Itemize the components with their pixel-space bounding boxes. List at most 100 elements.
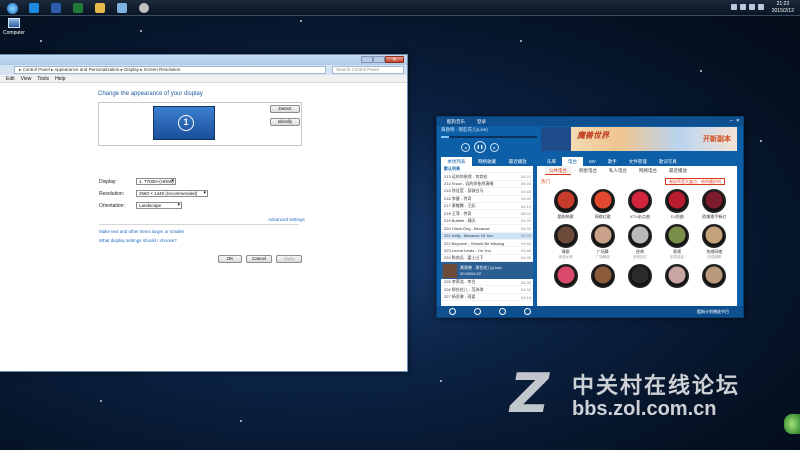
taskbar-app-media[interactable]	[134, 1, 154, 15]
close-button[interactable]: ✕	[385, 56, 404, 63]
subnav-item[interactable]: 公共电台	[545, 166, 571, 175]
progress-bar[interactable]	[441, 136, 537, 138]
menu-edit[interactable]: Edit	[6, 75, 15, 82]
nav-item[interactable]: MV	[583, 157, 602, 166]
tab-local[interactable]: 本地列表	[441, 157, 472, 166]
subnav-item[interactable]: 网络电台	[635, 166, 661, 175]
station-card[interactable]	[659, 264, 696, 289]
station-card[interactable]: 欧美歌手新红	[696, 189, 733, 220]
taskbar-app-explorer[interactable]	[90, 1, 110, 15]
tray-flag-icon[interactable]	[758, 4, 764, 10]
list-item[interactable]: 219 Bubble - 晴天 04:29	[441, 218, 533, 226]
nav-item[interactable]: 歌词写真	[653, 157, 683, 166]
nav-item[interactable]: 歌手	[602, 157, 623, 166]
cancel-button[interactable]: Cancel	[246, 255, 272, 263]
station-card[interactable]: 网络红歌	[584, 189, 621, 220]
now-playing-panel: 黄昏晓 - 那些花儿(Live) ◂ ❚❚ ▸	[441, 127, 537, 153]
settings-icon[interactable]	[524, 308, 531, 315]
title-bar[interactable]: ✕	[0, 55, 407, 65]
minimize-button[interactable]	[361, 56, 373, 63]
station-card[interactable]: 情歌 浪漫乡情	[547, 224, 584, 260]
list-item[interactable]: 218 王菲 - 传奇 05:02	[441, 210, 533, 218]
menu-view[interactable]: View	[21, 75, 32, 82]
taskbar-app-kugou[interactable]	[24, 1, 44, 15]
login-link[interactable]: 登录	[477, 117, 486, 126]
display-help-link[interactable]: What display settings should I choose?	[99, 238, 177, 243]
station-card[interactable]: 广场舞 广场舞曲	[584, 224, 621, 260]
list-item[interactable]: 226 那些花儿 - 范玮琪 04:32	[441, 286, 533, 294]
list-item[interactable]: 223 Leona Lewis - I'm You 03:48	[441, 247, 533, 255]
station-card[interactable]: 伤感网络 伤感情歌	[696, 224, 733, 260]
station-card[interactable]: 影视 影视金曲	[659, 224, 696, 260]
divider	[99, 224, 299, 225]
identify-button[interactable]: Identify	[270, 118, 300, 126]
list-item[interactable]: 213 远的你依然 - 何其钦 04:24	[441, 173, 533, 181]
subnav-item[interactable]: 最近播放	[665, 166, 691, 175]
list-item[interactable]: 227 杨丞琳 - 雨爱 04:16	[441, 294, 533, 302]
station-card[interactable]: DJ劲曲	[659, 189, 696, 220]
taskbar-app-control-panel[interactable]	[112, 1, 132, 15]
station-card[interactable]	[621, 264, 658, 289]
tray-lang-icon[interactable]	[731, 4, 737, 10]
nav-item[interactable]: 文件管理	[623, 157, 653, 166]
list-item[interactable]: 225 李荣浩 - 李白 04:34	[441, 279, 533, 287]
resolution-select[interactable]: 2560 × 1440 (recommended)	[136, 190, 208, 197]
subnav-item[interactable]: 明星电台	[575, 166, 601, 175]
desktop-icon-computer[interactable]: Computer	[3, 18, 25, 36]
station-card[interactable]	[696, 264, 733, 289]
list-item[interactable]: 220 Olivia Ong - Because 04:02	[441, 225, 533, 233]
detect-button[interactable]: Detect	[270, 105, 300, 113]
maximize-button[interactable]	[373, 56, 385, 63]
clock[interactable]: 21:23 2015/2/12	[772, 1, 794, 15]
search-input[interactable]: Search Control Panel	[332, 66, 404, 74]
show-desktop-icon[interactable]	[784, 414, 800, 434]
orientation-select[interactable]: Landscape	[136, 202, 182, 209]
add-icon[interactable]	[449, 308, 456, 315]
nav-item[interactable]: 电台	[562, 157, 583, 166]
apply-button[interactable]: Apply	[276, 255, 302, 263]
station-card[interactable]: 经典 老歌回忆	[621, 224, 658, 260]
playlist-group[interactable]: 默认列表	[441, 166, 533, 174]
taskbar-app-word[interactable]	[46, 1, 66, 15]
address-input[interactable]: ▸ Control Panel ▸ Appearance and Persona…	[14, 66, 326, 74]
display-select[interactable]: 1. T7000+(HDMI)	[136, 178, 176, 185]
tab-favorites[interactable]: 网络收藏	[472, 157, 503, 166]
banner-logo	[541, 127, 571, 151]
tab-recent[interactable]: 最近播放	[502, 157, 533, 166]
track-name: 218 王菲 - 传奇	[444, 210, 472, 216]
start-button[interactable]	[2, 1, 22, 15]
now-playing-card[interactable]: 黄昏晓 - 那些花儿(Live) 00:00/04:22	[441, 262, 533, 280]
pause-button[interactable]: ❚❚	[474, 141, 486, 153]
taskbar-app-excel[interactable]	[68, 1, 88, 15]
menu-icon[interactable]	[474, 308, 481, 315]
list-item[interactable]: 216 李健 - 传奇 05:00	[441, 196, 533, 203]
advanced-settings-link[interactable]: Advanced settings	[268, 217, 305, 222]
station-card[interactable]: KTV必点曲	[621, 189, 658, 220]
subnav-item[interactable]: 私人电台	[605, 166, 631, 175]
station-card[interactable]: 酷狗热歌	[547, 189, 584, 220]
list-item[interactable]: 214 Snow - 远的你依然演唱 05:03	[441, 181, 533, 189]
menu-help[interactable]: Help	[55, 75, 65, 82]
list-item[interactable]: 224 陈奕迅 - 富士山下 04:05	[441, 255, 533, 263]
monitor-thumbnail[interactable]: 1	[153, 106, 215, 140]
next-button[interactable]: ▸	[490, 142, 499, 152]
ok-button[interactable]: OK	[218, 255, 242, 263]
list-item[interactable]: 217 萧敬腾 - 王妃 04:10	[441, 203, 533, 211]
station-card[interactable]	[584, 264, 621, 289]
tray-volume-icon[interactable]	[749, 4, 755, 10]
player-title-bar[interactable]: 酷狗音乐 登录 – ✕	[437, 117, 743, 126]
list-item[interactable]: 222 Beyonce - Should Be Missing 04:50	[441, 240, 533, 248]
previous-button[interactable]: ◂	[461, 142, 470, 152]
promo-badge[interactable]: 有好声音大盒点，给你最好的	[665, 178, 725, 185]
text-size-link[interactable]: Make text and other items larger or smal…	[99, 229, 185, 234]
nav-item[interactable]: 乐库	[541, 157, 562, 166]
mode-icon[interactable]	[499, 308, 506, 315]
tray-network-icon[interactable]	[740, 4, 746, 10]
list-item[interactable]: 215 徐佳莹 - 身骑白马 04:45	[441, 188, 533, 196]
minimize-icon[interactable]: –	[730, 117, 733, 126]
ad-banner[interactable]: 魔兽世界 开新副本	[541, 127, 737, 151]
list-item[interactable]: 221 Kelly - Because Of You 03:39	[441, 232, 533, 240]
station-card[interactable]	[547, 264, 584, 289]
close-icon[interactable]: ✕	[736, 117, 740, 126]
menu-tools[interactable]: Tools	[37, 75, 49, 82]
